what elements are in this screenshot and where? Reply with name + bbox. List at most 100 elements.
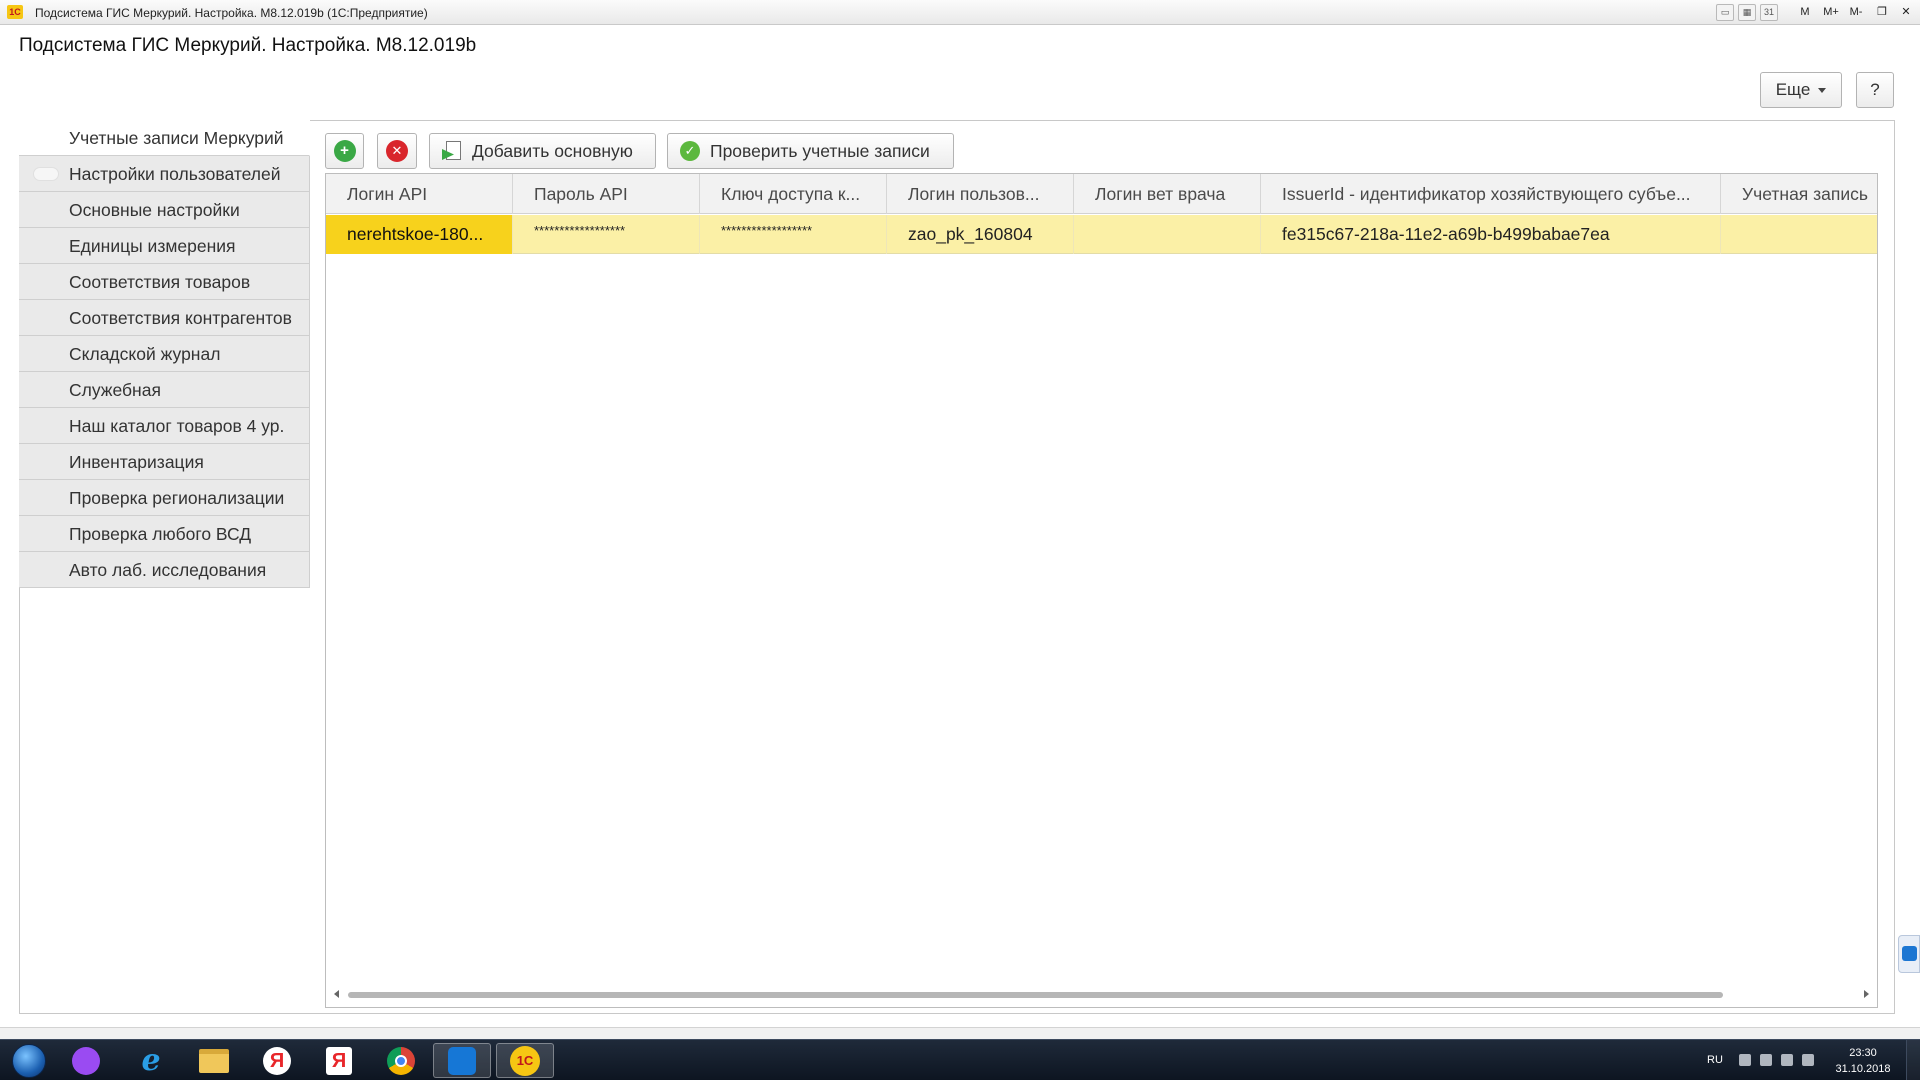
column-header-password-api[interactable]: Пароль API: [513, 174, 700, 214]
delete-button[interactable]: ✕: [377, 133, 417, 169]
nav-item-label: Учетные записи Меркурий: [69, 128, 284, 148]
start-button[interactable]: [0, 1043, 58, 1078]
check-accounts-label: Проверить учетные записи: [710, 140, 930, 161]
taskbar-app-alice[interactable]: [57, 1043, 115, 1078]
column-header-issuer-id[interactable]: IssuerId - идентификатор хозяйствующего …: [1261, 174, 1721, 214]
nav-item-regionalization-check[interactable]: Проверка регионализации: [19, 480, 310, 516]
add-document-icon: [442, 140, 462, 162]
language-indicator[interactable]: RU: [1707, 1054, 1723, 1080]
calculator-icon[interactable]: ▦: [1738, 3, 1756, 21]
nav-item-main-settings[interactable]: Основные настройки: [19, 192, 310, 228]
calendar-icon[interactable]: 31: [1760, 3, 1778, 21]
nav-item-units[interactable]: Единицы измерения: [19, 228, 310, 264]
horizontal-scrollbar[interactable]: [348, 991, 1848, 999]
nav-item-label: Настройки пользователей: [69, 164, 281, 184]
toggle-icon: [33, 167, 59, 181]
column-header-login-api[interactable]: Логин API: [326, 174, 513, 214]
column-header-access-key[interactable]: Ключ доступа к...: [700, 174, 887, 214]
teamviewer-icon: [448, 1046, 476, 1075]
table-cell[interactable]: [1074, 215, 1261, 254]
column-header-user-login[interactable]: Логин пользов...: [887, 174, 1074, 214]
table-row[interactable]: nerehtskoe-180... ****************** ***…: [326, 215, 1877, 254]
close-icon[interactable]: ✕: [1897, 3, 1915, 21]
clock-date: 31.10.2018: [1835, 1063, 1891, 1075]
table-cell[interactable]: fe315c67-218a-11e2-a69b-b499babae7ea: [1261, 215, 1721, 254]
nav-item-label: Проверка регионализации: [69, 488, 285, 508]
nav-item-label: Единицы измерения: [69, 236, 236, 256]
taskbar-app-explorer[interactable]: [185, 1043, 243, 1078]
clock[interactable]: 23:30 31.10.2018: [1828, 1045, 1898, 1080]
add-primary-label: Добавить основную: [472, 140, 633, 161]
table-header: Логин API Пароль API Ключ доступа к... Л…: [326, 174, 1877, 214]
delete-circle-icon: ✕: [386, 140, 408, 162]
folder-icon: [199, 1048, 229, 1073]
table-cell[interactable]: [1721, 215, 1877, 254]
restore-icon[interactable]: ❐: [1873, 3, 1891, 21]
nav-item-label: Авто лаб. исследования: [69, 560, 267, 580]
accounts-table[interactable]: Логин API Пароль API Ключ доступа к... Л…: [325, 173, 1878, 1008]
system-tray: [1739, 1054, 1814, 1080]
add-primary-button[interactable]: Добавить основную: [429, 133, 656, 169]
taskbar-app-ie[interactable]: e: [122, 1043, 180, 1078]
table-cell[interactable]: ******************: [513, 215, 700, 254]
taskbar-app-yandex[interactable]: Я: [310, 1043, 368, 1078]
teamviewer-side-widget[interactable]: [1898, 935, 1920, 973]
chrome-icon: [387, 1046, 415, 1075]
yandex-icon: Я: [326, 1046, 352, 1075]
table-cell[interactable]: ******************: [700, 215, 887, 254]
nav-item-counterparty-mapping[interactable]: Соответствия контрагентов: [19, 300, 310, 336]
nav-item-inventory[interactable]: Инвентаризация: [19, 444, 310, 480]
taskbar-app-teamviewer[interactable]: [433, 1043, 491, 1078]
nav-item-auto-lab-research[interactable]: Авто лаб. исследования: [19, 552, 310, 588]
column-header-account[interactable]: Учетная запись: [1721, 174, 1877, 214]
clock-time: 23:30: [1849, 1047, 1877, 1059]
nav-item-label: Складской журнал: [69, 344, 221, 364]
nav-item-user-settings[interactable]: Настройки пользователей: [19, 156, 310, 192]
check-accounts-button[interactable]: ✓ Проверить учетные записи: [667, 133, 954, 169]
more-button-label: Еще: [1775, 80, 1811, 99]
nav-item-label: Служебная: [69, 380, 161, 400]
windows-start-icon: [12, 1043, 46, 1078]
show-desktop-button[interactable]: [1906, 1040, 1920, 1080]
nav-item-label: Инвентаризация: [69, 452, 204, 472]
document-icon[interactable]: ▭: [1716, 3, 1734, 21]
memory-plus-button[interactable]: M+: [1820, 3, 1842, 21]
volume-icon[interactable]: [1802, 1054, 1814, 1066]
table-cell[interactable]: zao_pk_160804: [887, 215, 1074, 254]
plus-circle-icon: +: [333, 140, 356, 162]
internet-explorer-icon: e: [141, 1043, 161, 1078]
app-logo-icon: 1С: [7, 5, 23, 19]
action-center-flag-icon[interactable]: [1760, 1054, 1772, 1066]
nav-item-product-mapping[interactable]: Соответствия товаров: [19, 264, 310, 300]
network-icon[interactable]: [1781, 1054, 1793, 1066]
nav-item-label: Основные настройки: [69, 200, 240, 220]
scrollbar-thumb[interactable]: [348, 992, 1723, 998]
taskbar-app-1c[interactable]: 1С: [496, 1043, 554, 1078]
scroll-left-icon[interactable]: [334, 990, 339, 998]
scroll-right-icon[interactable]: [1864, 990, 1869, 998]
yandex-browser-icon: Я: [263, 1046, 291, 1075]
taskbar-app-yandex-browser[interactable]: Я: [248, 1043, 306, 1078]
memory-button[interactable]: M: [1798, 3, 1812, 21]
settings-navigation: Учетные записи Меркурий Настройки пользо…: [19, 120, 310, 588]
nav-item-product-catalog[interactable]: Наш каталог товаров 4 ур.: [19, 408, 310, 444]
column-header-vet-login[interactable]: Логин вет врача: [1074, 174, 1261, 214]
alice-icon: [72, 1046, 100, 1075]
window-bottom-edge: [0, 1027, 1920, 1039]
nav-item-mercury-accounts[interactable]: Учетные записи Меркурий: [19, 120, 310, 156]
table-cell[interactable]: nerehtskoe-180...: [326, 215, 513, 254]
1c-icon: 1С: [510, 1045, 540, 1076]
nav-item-warehouse-journal[interactable]: Складской журнал: [19, 336, 310, 372]
memory-minus-button[interactable]: M-: [1846, 3, 1866, 21]
nav-item-label: Соответствия контрагентов: [69, 308, 292, 328]
show-hidden-icon[interactable]: [1739, 1054, 1751, 1066]
nav-item-service[interactable]: Служебная: [19, 372, 310, 408]
more-button[interactable]: Еще: [1760, 72, 1842, 108]
nav-item-vsd-check[interactable]: Проверка любого ВСД: [19, 516, 310, 552]
nav-item-label: Соответствия товаров: [69, 272, 251, 292]
add-button[interactable]: +: [325, 133, 364, 169]
nav-item-label: Проверка любого ВСД: [69, 524, 252, 544]
help-button[interactable]: ?: [1856, 72, 1894, 108]
taskbar: e Я Я 1С RU 23:30 31.10.2018: [0, 1039, 1920, 1080]
taskbar-app-chrome[interactable]: [372, 1043, 430, 1078]
